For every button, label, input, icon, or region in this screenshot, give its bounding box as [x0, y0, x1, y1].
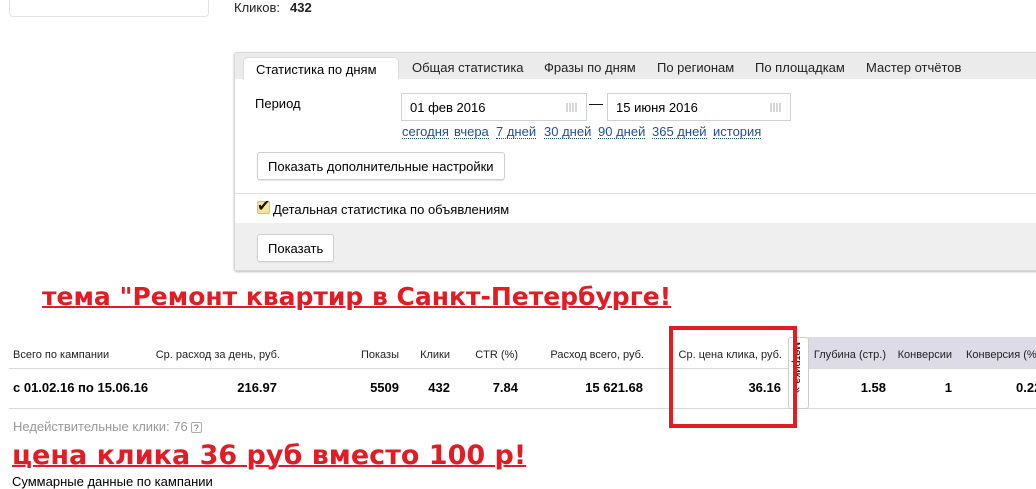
- date-to-value: 15 июня 2016: [616, 100, 698, 115]
- quick-7-days[interactable]: 7 дней: [496, 125, 537, 139]
- row-divider: [9, 368, 1036, 369]
- col-total-spend: Расход всего, руб.: [550, 349, 644, 361]
- col-conversions: Конверсии: [897, 349, 952, 361]
- quick-history[interactable]: история: [713, 125, 762, 139]
- date-from-input[interactable]: 01 фев 2016: [401, 93, 587, 121]
- quick-30-days[interactable]: 30 дней: [544, 125, 592, 139]
- calendar-icon[interactable]: [770, 103, 782, 112]
- row-divider: [9, 408, 1036, 409]
- tab-sites[interactable]: По площадкам: [755, 60, 845, 75]
- cell-conversion-rate: 0.22: [1016, 380, 1036, 395]
- invalid-clicks: Недействительные клики: 76?: [13, 419, 202, 434]
- cell-depth: 1.58: [860, 380, 886, 395]
- detailed-stats-label[interactable]: Детальная статистика по объявлениям: [273, 202, 509, 217]
- help-icon[interactable]: ?: [190, 422, 202, 433]
- period-label: Период: [255, 96, 301, 111]
- tab-report-wizard[interactable]: Мастер отчётов: [866, 60, 961, 75]
- stats-panel: Статистика по дням Общая статистика Фраз…: [234, 52, 1036, 271]
- quick-today[interactable]: сегодня: [402, 125, 449, 139]
- tab-bar: Статистика по дням Общая статистика Фраз…: [235, 53, 1036, 80]
- col-ctr: CTR (%): [475, 349, 518, 361]
- invalid-clicks-label: Недействительные клики:: [13, 419, 170, 434]
- annotation-topic: тема "Ремонт квартир в Санкт-Петербурге!: [42, 282, 672, 311]
- cell-conversions: 1: [944, 380, 952, 395]
- cell-ctr: 7.84: [492, 380, 518, 395]
- date-from-value: 01 фев 2016: [410, 100, 486, 115]
- quick-90-days[interactable]: 90 дней: [598, 125, 646, 139]
- col-campaign: Всего по кампании: [13, 349, 110, 361]
- clicks-summary: Кликов: 432: [234, 0, 312, 15]
- more-settings-button[interactable]: Показать дополнительные настройки: [257, 152, 505, 180]
- col-avg-daily: Ср. расход за день, руб.: [155, 349, 280, 361]
- date-separator: —: [589, 95, 603, 111]
- clicks-label: Кликов:: [234, 0, 281, 15]
- cell-avg-daily: 216.97: [237, 380, 277, 395]
- calendar-icon[interactable]: [566, 103, 578, 112]
- quick-yesterday[interactable]: вчера: [454, 125, 489, 139]
- show-button[interactable]: Показать: [257, 234, 335, 262]
- col-depth: Глубина (стр.): [813, 349, 886, 361]
- annotation-highlight-box: [669, 326, 797, 428]
- panel-footer: [235, 223, 1036, 270]
- col-conversion-rate: Конверсия (%): [966, 349, 1036, 361]
- annotation-price: цена клика 36 руб вместо 100 р!: [12, 440, 527, 471]
- divider: [235, 193, 1036, 194]
- date-to-input[interactable]: 15 июня 2016: [607, 93, 791, 121]
- tab-phrases[interactable]: Фразы по дням: [544, 60, 636, 75]
- cell-total-spend: 15 621.68: [585, 380, 643, 395]
- quick-365-days[interactable]: 365 дней: [652, 125, 707, 139]
- tab-regions[interactable]: По регионам: [657, 60, 734, 75]
- cell-clicks: 432: [428, 380, 450, 395]
- tab-general[interactable]: Общая статистика: [412, 60, 524, 75]
- cell-impressions: 5509: [370, 380, 399, 395]
- col-clicks: Клики: [420, 349, 450, 361]
- clicks-value: 432: [290, 0, 312, 15]
- tab-daily[interactable]: Статистика по дням: [243, 57, 399, 80]
- detailed-stats-checkbox[interactable]: [257, 196, 270, 216]
- sidebar-box: [9, 0, 209, 17]
- summary-title: Суммарные данные по кампании: [12, 474, 213, 489]
- col-impressions: Показы: [360, 349, 399, 361]
- cell-period: с 01.02.16 по 15.06.16: [13, 380, 149, 395]
- invalid-clicks-value: 76: [173, 419, 188, 434]
